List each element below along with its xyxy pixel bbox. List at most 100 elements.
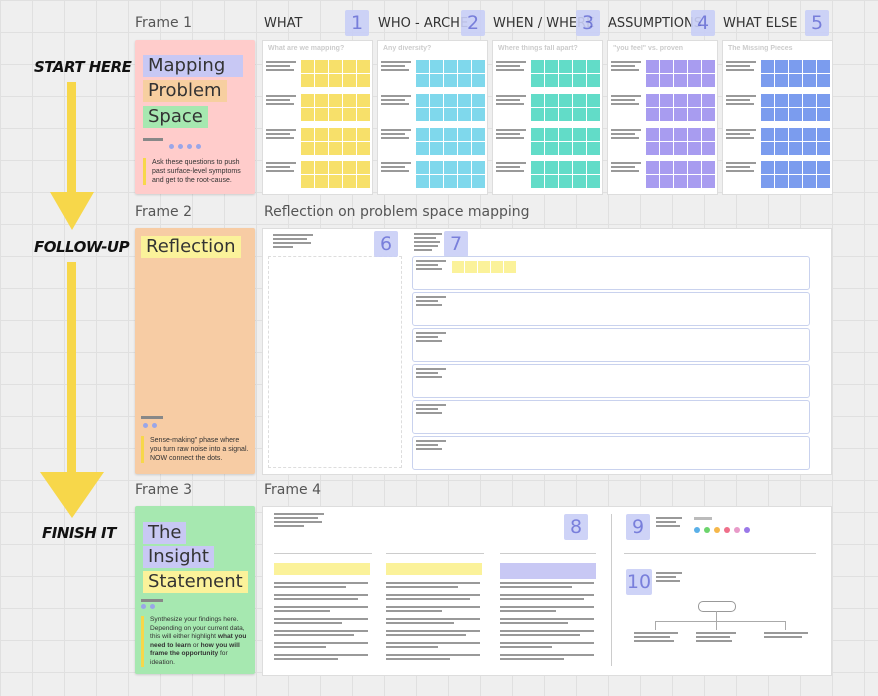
sticky-note[interactable] — [357, 142, 370, 155]
sticky-note[interactable] — [702, 128, 715, 141]
reflection-sticky[interactable] — [504, 261, 516, 273]
sticky-note[interactable] — [472, 175, 485, 188]
sticky-note[interactable] — [559, 74, 572, 87]
sticky-note[interactable] — [545, 94, 558, 107]
sticky-note[interactable] — [301, 94, 314, 107]
sticky-note[interactable] — [416, 108, 429, 121]
sticky-note[interactable] — [573, 108, 586, 121]
sticky-note[interactable] — [315, 108, 328, 121]
reflection-sticky[interactable] — [491, 261, 503, 273]
sticky-note[interactable] — [775, 175, 788, 188]
sticky-note[interactable] — [458, 128, 471, 141]
sticky-note[interactable] — [430, 128, 443, 141]
sticky-note[interactable] — [646, 108, 659, 121]
reflection-sticky[interactable] — [452, 261, 464, 273]
sticky-note[interactable] — [660, 74, 673, 87]
sticky-note[interactable] — [357, 74, 370, 87]
sticky-note[interactable] — [472, 108, 485, 121]
sticky-note[interactable] — [559, 94, 572, 107]
sticky-note[interactable] — [817, 74, 830, 87]
sticky-note[interactable] — [430, 94, 443, 107]
sticky-note[interactable] — [315, 142, 328, 155]
sticky-note[interactable] — [817, 175, 830, 188]
sticky-note[interactable] — [416, 74, 429, 87]
sticky-note[interactable] — [573, 94, 586, 107]
sticky-note[interactable] — [444, 94, 457, 107]
sticky-note[interactable] — [545, 142, 558, 155]
sticky-note[interactable] — [789, 74, 802, 87]
sticky-note[interactable] — [702, 74, 715, 87]
sticky-note[interactable] — [775, 94, 788, 107]
sticky-note[interactable] — [573, 161, 586, 174]
sticky-note[interactable] — [559, 175, 572, 188]
sticky-note[interactable] — [789, 128, 802, 141]
sticky-note[interactable] — [531, 175, 544, 188]
sticky-note[interactable] — [416, 175, 429, 188]
sticky-note[interactable] — [789, 142, 802, 155]
sticky-note[interactable] — [472, 142, 485, 155]
sticky-note[interactable] — [430, 142, 443, 155]
sticky-note[interactable] — [688, 128, 701, 141]
sticky-note[interactable] — [444, 142, 457, 155]
sticky-note[interactable] — [573, 60, 586, 73]
sticky-note[interactable] — [444, 128, 457, 141]
sticky-note[interactable] — [472, 74, 485, 87]
sticky-note[interactable] — [688, 108, 701, 121]
sticky-note[interactable] — [803, 74, 816, 87]
sticky-note[interactable] — [817, 142, 830, 155]
sticky-note[interactable] — [357, 161, 370, 174]
sticky-note[interactable] — [301, 108, 314, 121]
sticky-note[interactable] — [301, 161, 314, 174]
sticky-note[interactable] — [444, 108, 457, 121]
sticky-note[interactable] — [458, 161, 471, 174]
sticky-note[interactable] — [357, 128, 370, 141]
sticky-note[interactable] — [646, 161, 659, 174]
sticky-note[interactable] — [545, 108, 558, 121]
sticky-note[interactable] — [343, 108, 356, 121]
sticky-note[interactable] — [458, 60, 471, 73]
sticky-note[interactable] — [660, 60, 673, 73]
sticky-note[interactable] — [674, 161, 687, 174]
sticky-note[interactable] — [688, 161, 701, 174]
sticky-note[interactable] — [573, 128, 586, 141]
sticky-note[interactable] — [472, 94, 485, 107]
sticky-note[interactable] — [329, 175, 342, 188]
sticky-note[interactable] — [674, 74, 687, 87]
sticky-note[interactable] — [702, 60, 715, 73]
sticky-note[interactable] — [559, 108, 572, 121]
sticky-note[interactable] — [416, 94, 429, 107]
sticky-note[interactable] — [587, 142, 600, 155]
sticky-note[interactable] — [301, 142, 314, 155]
sticky-note[interactable] — [357, 175, 370, 188]
sticky-note[interactable] — [343, 175, 356, 188]
sticky-note[interactable] — [301, 74, 314, 87]
sticky-note[interactable] — [646, 142, 659, 155]
sticky-note[interactable] — [674, 94, 687, 107]
sticky-note[interactable] — [803, 60, 816, 73]
reflection-row[interactable] — [412, 328, 810, 362]
sticky-note[interactable] — [660, 161, 673, 174]
sticky-note[interactable] — [430, 161, 443, 174]
sticky-note[interactable] — [688, 60, 701, 73]
sticky-note[interactable] — [545, 128, 558, 141]
sticky-note[interactable] — [761, 74, 774, 87]
sticky-note[interactable] — [545, 74, 558, 87]
reflection-row[interactable] — [412, 364, 810, 398]
sticky-note[interactable] — [789, 60, 802, 73]
sticky-note[interactable] — [573, 142, 586, 155]
sticky-note[interactable] — [775, 108, 788, 121]
sticky-note[interactable] — [559, 142, 572, 155]
sticky-note[interactable] — [646, 74, 659, 87]
sticky-note[interactable] — [315, 161, 328, 174]
sticky-note[interactable] — [472, 161, 485, 174]
sticky-note[interactable] — [817, 128, 830, 141]
sticky-note[interactable] — [803, 128, 816, 141]
sticky-note[interactable] — [343, 142, 356, 155]
sticky-note[interactable] — [775, 60, 788, 73]
sticky-note[interactable] — [315, 60, 328, 73]
sticky-note[interactable] — [531, 142, 544, 155]
sticky-note[interactable] — [329, 142, 342, 155]
sticky-note[interactable] — [702, 108, 715, 121]
sticky-note[interactable] — [674, 60, 687, 73]
sticky-note[interactable] — [587, 94, 600, 107]
